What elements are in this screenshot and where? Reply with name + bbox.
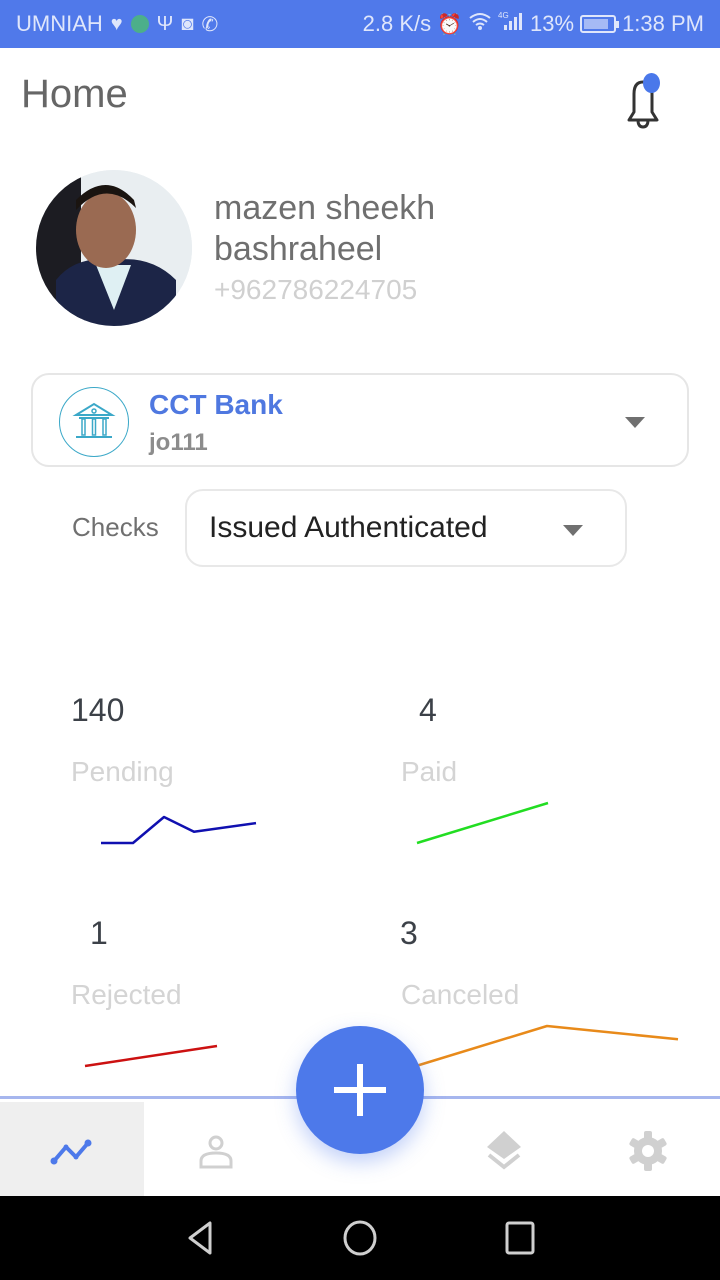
nav-settings[interactable] <box>576 1102 720 1199</box>
notifications-button[interactable] <box>612 72 672 132</box>
sparkline-rejected <box>84 1044 218 1068</box>
stat-rejected-label: Rejected <box>71 979 182 1010</box>
back-triangle-icon <box>188 1221 212 1255</box>
vpn-globe-icon <box>130 15 149 33</box>
camera-icon: ◙ <box>181 12 194 35</box>
usb-icon: Ψ <box>156 12 174 35</box>
account-code: jo111 <box>149 429 208 456</box>
add-check-button[interactable] <box>296 1026 424 1154</box>
stat-canceled-label: Canceled <box>401 979 520 1010</box>
checks-label: Checks <box>72 512 159 542</box>
user-icon <box>199 1135 233 1168</box>
gear-icon <box>629 1130 667 1171</box>
wifi-icon <box>468 11 492 37</box>
carrier-name: UMNIAH <box>16 11 103 36</box>
svg-text:4G: 4G <box>498 11 509 20</box>
home-button[interactable] <box>340 1218 380 1258</box>
checks-type-dropdown[interactable]: Issued Authenticated <box>185 489 627 567</box>
profile-name: mazen sheekh bashraheel <box>214 189 436 268</box>
home-circle-icon <box>343 1220 377 1256</box>
battery-percent: 13% <box>530 11 575 36</box>
checks-selected-value: Issued Authenticated <box>209 511 488 544</box>
chart-line-icon <box>50 1139 92 1164</box>
recents-square-icon <box>505 1221 535 1255</box>
chevron-down-icon <box>625 417 645 428</box>
stat-canceled-value: 3 <box>400 915 418 951</box>
plus-icon <box>334 1064 386 1116</box>
page-title: Home <box>21 72 128 116</box>
back-button[interactable] <box>180 1218 220 1258</box>
nav-profile[interactable] <box>144 1102 288 1199</box>
unread-badge <box>643 73 660 93</box>
battery-icon <box>580 15 620 33</box>
profile-phone: +962786224705 <box>214 274 418 305</box>
whatsapp-icon: ✆ <box>201 13 219 36</box>
sparkline-pending <box>101 815 257 845</box>
net-speed: 2.8 K/s <box>362 11 432 36</box>
sparkline-canceled <box>415 1024 679 1068</box>
bank-name: CCT Bank <box>149 389 283 420</box>
layers-icon <box>487 1130 521 1170</box>
stat-pending-value: 140 <box>71 692 125 728</box>
recents-button[interactable] <box>500 1218 540 1258</box>
bank-building-icon <box>59 387 129 457</box>
status-bar: UMNIAH ♥ Ψ ◙ ✆ 2.8 K/s ⏰ 4G 13% 1:38 PM <box>0 0 720 48</box>
sparkline-paid <box>416 801 549 845</box>
chevron-down-icon <box>563 525 583 536</box>
bank-selector[interactable]: CCT Bank jo111 <box>31 373 689 467</box>
heart-pulse-icon: ♥ <box>110 12 123 35</box>
avatar[interactable] <box>36 170 192 326</box>
bell-icon <box>627 80 659 129</box>
nav-layers[interactable] <box>432 1102 576 1199</box>
nav-dashboard[interactable] <box>0 1102 144 1199</box>
signal-4g-icon: 4G <box>498 10 524 38</box>
stat-paid-value: 4 <box>419 692 437 728</box>
clock: 1:38 PM <box>622 11 704 36</box>
alarm-icon: ⏰ <box>437 13 463 36</box>
system-nav-bar <box>0 1196 720 1280</box>
avatar-photo <box>36 170 192 326</box>
stat-rejected-value: 1 <box>90 915 108 951</box>
stat-paid-label: Paid <box>401 756 458 787</box>
stat-pending-label: Pending <box>71 756 174 787</box>
